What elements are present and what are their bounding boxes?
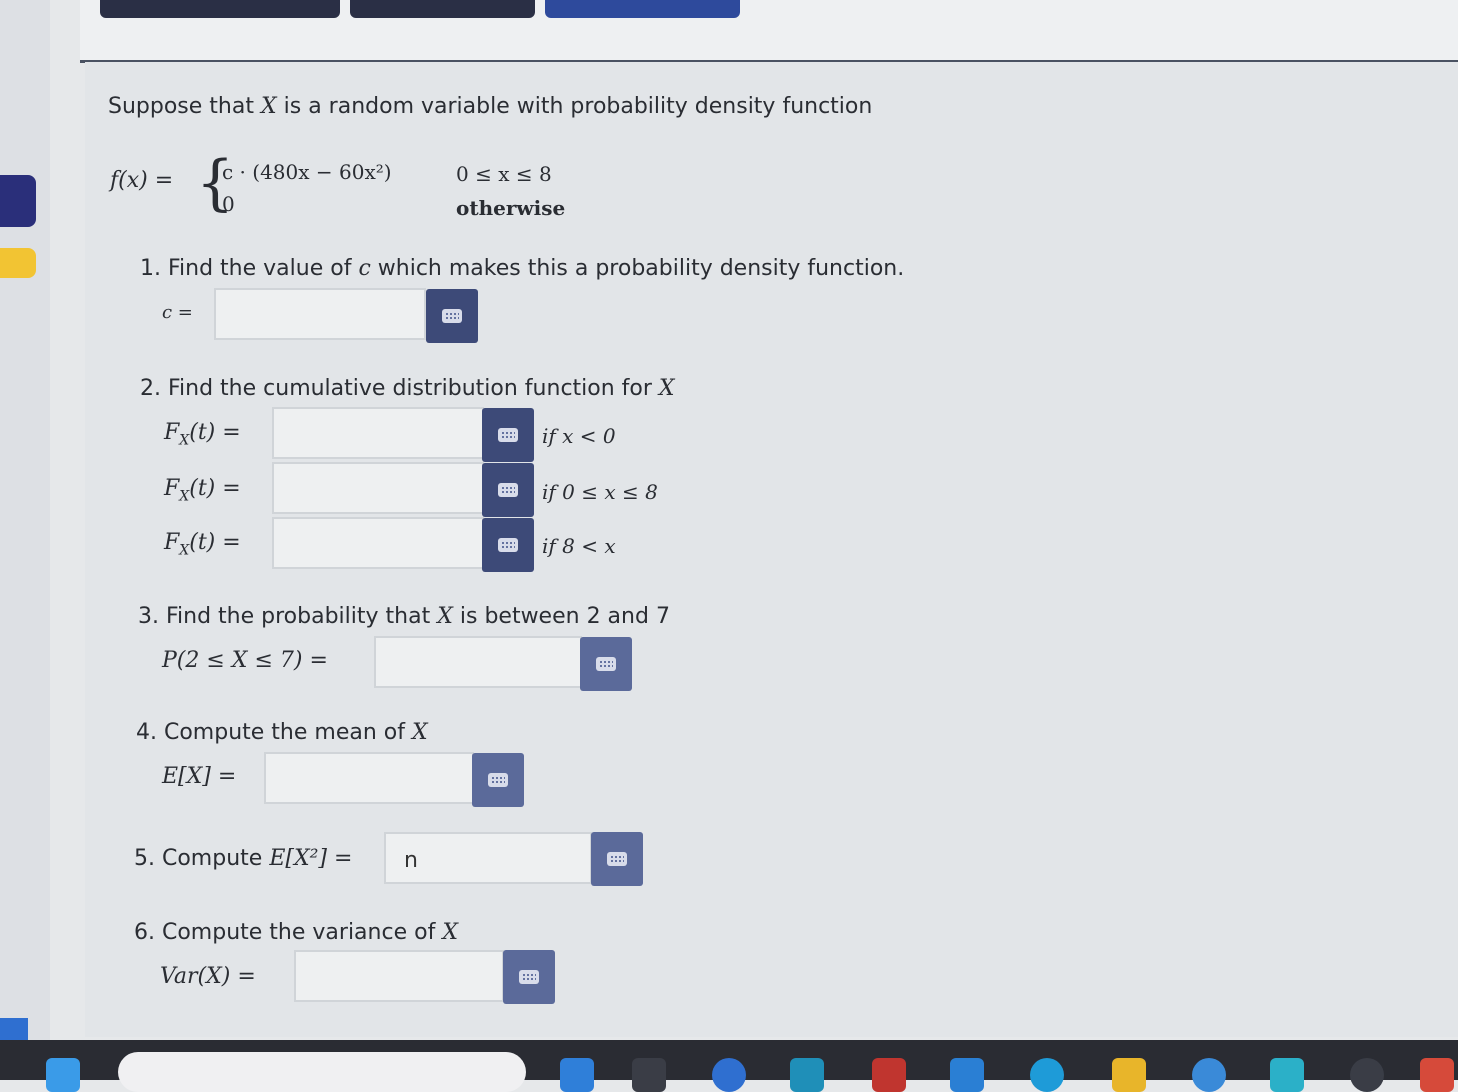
cdf-label-2: FX(t) = [164,476,241,504]
left-edge-bar [0,0,50,1040]
taskbar-app-icon-12[interactable] [1420,1058,1454,1092]
cdf-label-2-sub: X [179,488,190,505]
top-button-1[interactable] [100,0,340,18]
q3-label: P(2 ≤ X ≤ 7) = [162,648,328,673]
q4-label: E[X] = [162,764,237,789]
cdf-input-2[interactable] [272,462,484,514]
q5-label: E[X²] = [269,846,353,871]
q3-var: X [437,604,453,629]
taskbar-app-icon-2[interactable] [632,1058,666,1092]
left-tab-flag[interactable] [0,248,36,278]
q6-var: X [442,920,458,945]
pdf-case2-expr: 0 [222,192,235,216]
keyboard-icon [442,309,462,323]
q4-answer-input[interactable] [264,752,474,804]
keyboard-icon [498,483,518,497]
q1-label: c = [162,302,193,323]
q1-answer-input[interactable] [214,288,426,340]
q6-text-label: 6. Compute the variance of [134,920,436,945]
pdf-case2-cond: otherwise [456,196,566,220]
q6-label: Var(X) = [160,964,256,989]
cdf-cond-1: if x < 0 [542,424,616,448]
taskbar-app-icon-9[interactable] [1192,1058,1226,1092]
problem-intro: Suppose that X is a random variable with… [108,94,872,119]
q6-text: 6. Compute the variance of X [134,920,458,945]
intro-var: X [260,94,277,119]
cdf-label-1-sub: X [179,432,190,449]
intro-prefix: Suppose that [108,94,254,119]
q3-text-before: 3. Find the probability that [138,604,431,629]
taskbar-app-icon-3[interactable] [712,1058,746,1092]
q1-text-before: 1. Find the value of [140,256,352,281]
cdf-keypad-button-3[interactable] [482,518,534,572]
q6-keypad-button[interactable] [503,950,555,1004]
left-tab-bottom [0,1018,28,1040]
q1-text-after: which makes this a probability density f… [377,256,905,281]
q1-text: 1. Find the value of c which makes this … [140,256,904,281]
pdf-case1-expr: c · (480x − 60x²) [222,160,392,184]
cdf-label-3: FX(t) = [164,530,241,558]
q3-answer-input[interactable] [374,636,582,688]
keyboard-icon [498,538,518,552]
header-strip [80,0,1458,63]
cdf-input-3[interactable] [272,517,484,569]
taskbar-app-icon-5[interactable] [872,1058,906,1092]
taskbar-app-icon-1[interactable] [560,1058,594,1092]
q2-text: 2. Find the cumulative distribution func… [140,376,675,401]
keyboard-icon [596,657,616,671]
left-tab-active[interactable] [0,175,36,227]
pdf-lhs: f(x) = [110,168,174,193]
keyboard-icon [498,428,518,442]
taskbar-app-icon-7[interactable] [1030,1058,1064,1092]
taskbar-search-box[interactable] [118,1052,526,1092]
pdf-case1-cond: 0 ≤ x ≤ 8 [456,162,552,186]
cdf-label-3-f: F [164,530,180,555]
q5-text: 5. Compute E[X²] = [134,846,352,871]
cdf-label-2-f: F [164,476,180,501]
taskbar-app-icon-6[interactable] [950,1058,984,1092]
q4-text-label: 4. Compute the mean of [136,720,405,745]
taskbar-app-icon-8[interactable] [1112,1058,1146,1092]
cdf-cond-3: if 8 < x [542,534,616,558]
q4-keypad-button[interactable] [472,753,524,807]
intro-suffix: is a random variable with probability de… [283,94,873,119]
q3-keypad-button[interactable] [580,637,632,691]
cdf-input-1[interactable] [272,407,484,459]
q1-var: c [358,256,371,281]
cdf-label-1: FX(t) = [164,420,241,448]
cdf-cond-2: if 0 ≤ x ≤ 8 [542,480,658,504]
q2-var: X [658,376,675,401]
q5-keypad-button[interactable] [591,832,643,886]
cdf-label-3-sub: X [179,542,190,559]
top-button-next[interactable] [545,0,740,18]
cdf-keypad-button-1[interactable] [482,408,534,462]
keyboard-icon [607,852,627,866]
cdf-label-3-arg: (t) = [189,530,241,555]
q6-answer-input[interactable] [294,950,504,1002]
cdf-label-1-arg: (t) = [189,420,241,445]
windows-start-icon[interactable] [46,1058,80,1092]
q4-text: 4. Compute the mean of X [136,720,428,745]
cdf-keypad-button-2[interactable] [482,463,534,517]
q3-text: 3. Find the probability that X is betwee… [138,604,670,629]
q4-var: X [411,720,428,745]
taskbar-app-icon-10[interactable] [1270,1058,1304,1092]
cdf-label-2-arg: (t) = [189,476,241,501]
top-button-2[interactable] [350,0,535,18]
cdf-label-1-f: F [164,420,180,445]
q2-text-label: 2. Find the cumulative distribution func… [140,376,652,401]
q5-answer-input[interactable]: n [384,832,592,884]
q3-text-after: is between 2 and 7 [459,604,670,629]
taskbar-app-icon-11[interactable] [1350,1058,1384,1092]
taskbar-app-icon-4[interactable] [790,1058,824,1092]
q1-keypad-button[interactable] [426,289,478,343]
q5-text-label: 5. Compute [134,846,263,871]
keyboard-icon [519,970,539,984]
keyboard-icon [488,773,508,787]
